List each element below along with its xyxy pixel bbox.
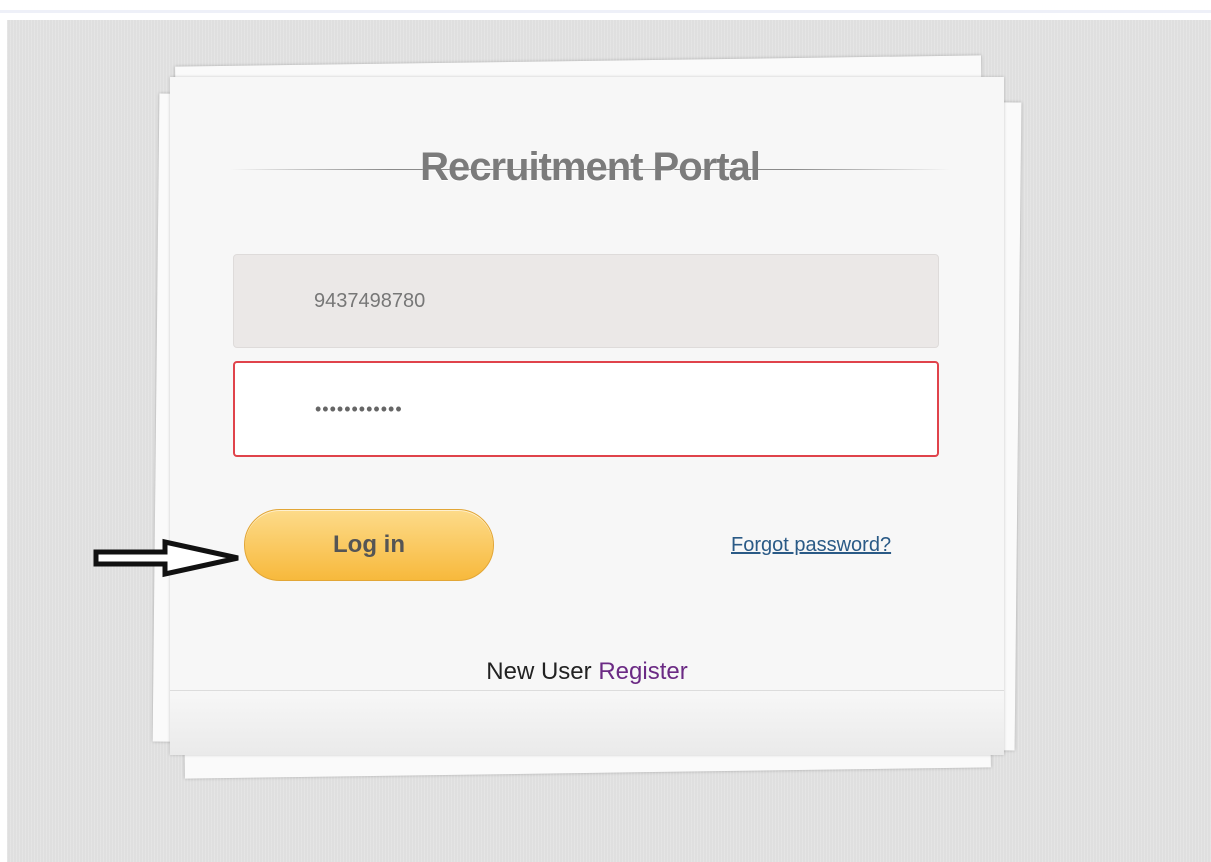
browser-top-band [0, 0, 1211, 13]
register-link[interactable]: Register [598, 658, 687, 685]
new-user-text: New User [486, 658, 599, 685]
register-row: New User Register [170, 658, 1004, 686]
arrow-right-icon [93, 538, 239, 578]
password-field[interactable]: •••••••••••• [233, 361, 939, 457]
username-value: 9437498780 [314, 289, 426, 312]
password-value: •••••••••••• [315, 398, 403, 419]
username-field[interactable]: 9437498780 [233, 254, 939, 348]
login-card: Recruitment Portal 9437498780 ••••••••••… [170, 77, 1004, 755]
page-title: Recruitment Portal [420, 145, 761, 189]
card-footer [170, 690, 1004, 755]
login-button[interactable]: Log in [244, 509, 494, 581]
title-block: Recruitment Portal [230, 139, 950, 199]
forgot-password-link[interactable]: Forgot password? [731, 534, 891, 557]
